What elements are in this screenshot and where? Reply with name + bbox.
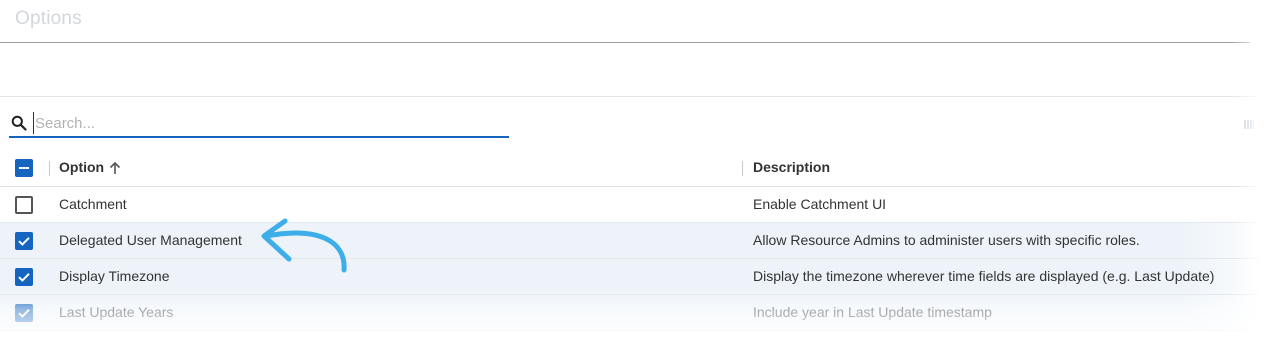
option-name: Last Update Years <box>59 304 174 320</box>
column-resize-handle[interactable] <box>742 161 743 176</box>
option-name: Catchment <box>59 196 127 212</box>
option-description: Display the timezone wherever time field… <box>753 268 1215 284</box>
title-divider <box>0 42 1250 43</box>
row-checkbox[interactable] <box>15 268 33 286</box>
column-resize-handle[interactable] <box>49 161 50 176</box>
curved-arrow-icon <box>261 218 347 273</box>
column-header-option[interactable]: Option <box>59 159 104 175</box>
minus-icon <box>19 167 29 169</box>
search-input[interactable] <box>33 112 503 134</box>
table-row[interactable]: Delegated User Management Allow Resource… <box>0 223 1282 259</box>
scrollbar-handle[interactable] <box>1244 120 1254 129</box>
page-title: Options <box>15 8 82 29</box>
option-name: Delegated User Management <box>59 232 242 248</box>
table-header-row: Option Description <box>0 150 1282 187</box>
row-checkbox[interactable] <box>15 196 33 214</box>
table-row[interactable]: Last Update Years Include year in Last U… <box>0 295 1282 331</box>
row-checkbox[interactable] <box>15 232 33 250</box>
checkmark-icon <box>18 273 30 282</box>
table-row[interactable]: Display Timezone Display the timezone wh… <box>0 259 1282 295</box>
search-icon <box>11 115 27 131</box>
option-description: Include year in Last Update timestamp <box>753 304 992 320</box>
table-row[interactable]: Catchment Enable Catchment UI <box>0 187 1282 223</box>
select-all-checkbox[interactable] <box>15 159 33 177</box>
row-checkbox[interactable] <box>15 304 33 322</box>
checkmark-icon <box>18 237 30 246</box>
checkmark-icon <box>18 309 30 318</box>
option-description: Enable Catchment UI <box>753 196 887 212</box>
section-divider <box>0 96 1282 97</box>
column-header-description[interactable]: Description <box>753 159 830 175</box>
option-description: Allow Resource Admins to administer user… <box>753 232 1140 248</box>
option-name: Display Timezone <box>59 268 170 284</box>
arrow-up-icon[interactable] <box>108 161 122 175</box>
search-bar[interactable] <box>9 108 509 138</box>
